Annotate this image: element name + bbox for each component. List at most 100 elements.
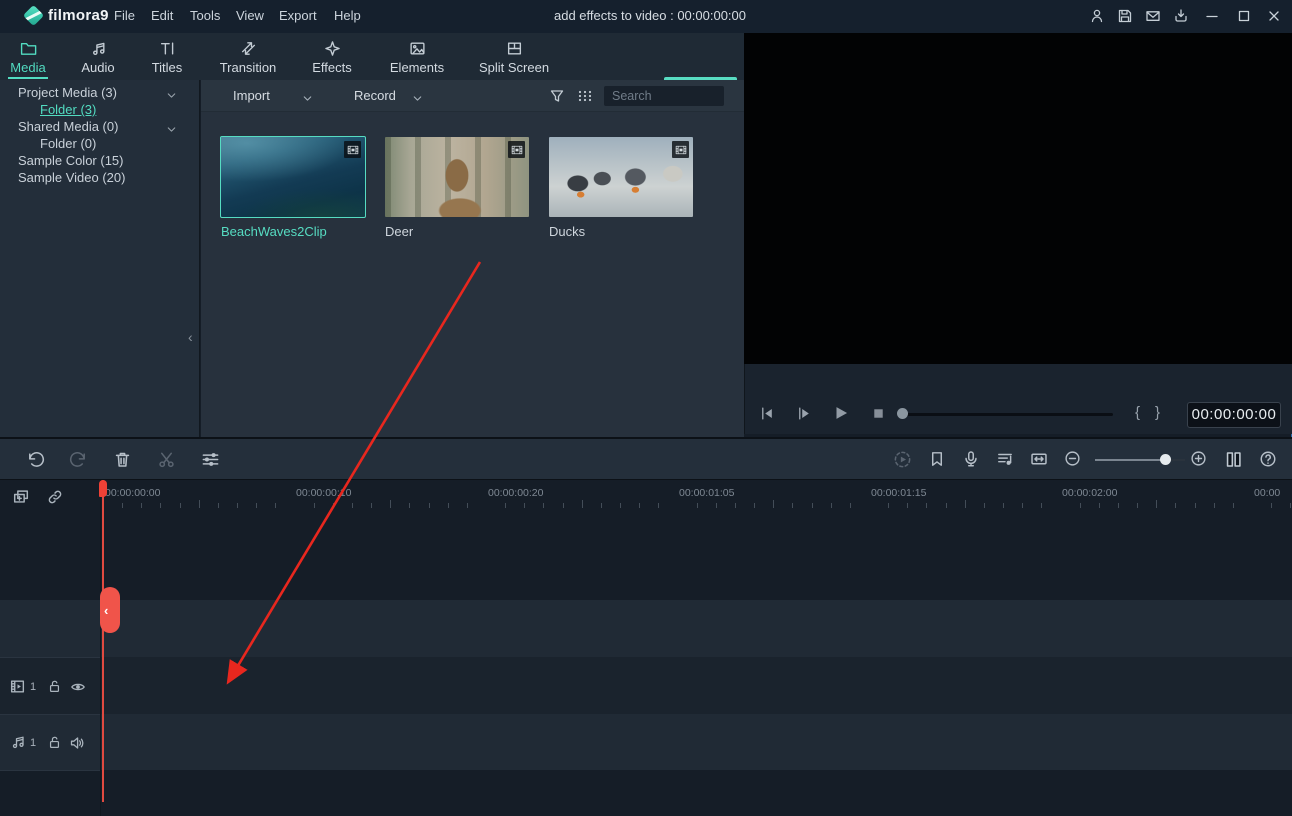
play-button[interactable] (832, 404, 850, 422)
filter-icon[interactable] (549, 88, 565, 104)
media-item-beachwaves[interactable]: BeachWaves2Clip (221, 137, 365, 239)
media-item-ducks[interactable]: Ducks (549, 137, 693, 239)
tab-transition[interactable]: Transition (216, 33, 280, 80)
menu-edit[interactable]: Edit (151, 8, 173, 23)
film-clip-badge-icon (672, 141, 689, 158)
sidebar-item-project-media[interactable]: Project Media (3) (0, 84, 200, 101)
video-track-lane[interactable] (0, 657, 1292, 714)
ruler-label: 00:00:02:00 (1062, 487, 1117, 499)
close-button[interactable] (1266, 8, 1282, 24)
ruler-label: 00:00:00:00 (105, 487, 160, 499)
zoom-out-icon[interactable] (1064, 450, 1081, 467)
save-icon[interactable] (1117, 8, 1133, 24)
timeline-ruler[interactable]: 00:00:00:00 00:00:00:10 00:00:00:20 00:0… (100, 480, 1292, 512)
video-track-icon (9, 678, 26, 695)
preview-controls: { } 00:00:00:00 (744, 364, 1292, 434)
media-item-name: Ducks (549, 224, 693, 239)
video-track-number: 1 (30, 681, 36, 693)
ruler-label: 00:00:01:05 (679, 487, 734, 499)
mail-icon[interactable] (1145, 8, 1161, 24)
voiceover-mic-icon[interactable] (962, 450, 980, 468)
seek-bar[interactable] (901, 413, 1113, 416)
zoom-in-icon[interactable] (1190, 450, 1207, 467)
sidebar-collapse-chevron[interactable]: ‹ (188, 329, 193, 345)
import-chevron-icon[interactable] (301, 92, 314, 105)
menu-file[interactable]: File (114, 8, 135, 23)
maximize-button[interactable] (1236, 8, 1252, 24)
audio-notes-icon (90, 40, 107, 58)
previous-frame-button[interactable] (758, 405, 775, 422)
record-chevron-icon[interactable] (411, 92, 424, 105)
ruler-label: 00:00 (1254, 487, 1280, 499)
media-panel-toolbar: Import Record (201, 80, 744, 112)
timeline: 00:00:00:00 00:00:00:10 00:00:00:20 00:0… (0, 480, 1292, 816)
menu-export[interactable]: Export (279, 8, 317, 23)
import-button[interactable]: Import (233, 88, 270, 103)
marker-icon[interactable] (928, 450, 946, 468)
mark-out-button[interactable]: } (1155, 404, 1160, 421)
stop-button[interactable] (871, 406, 886, 421)
playhead-grip[interactable]: ‹ (100, 587, 120, 633)
media-panel: Import Record BeachWaves2Clip Deer (201, 80, 744, 437)
media-item-name: Deer (385, 224, 529, 239)
download-icon[interactable] (1173, 8, 1189, 24)
logo-text: filmora9 (48, 7, 109, 24)
timeline-zoom-slider[interactable] (1095, 459, 1165, 461)
timeline-zoom-handle[interactable] (1160, 454, 1171, 465)
split-screen-icon (506, 40, 523, 58)
minimize-button[interactable] (1204, 8, 1220, 24)
audio-mixer-icon[interactable] (996, 450, 1014, 468)
media-item-deer[interactable]: Deer (385, 137, 529, 239)
sidebar-item-folder-3[interactable]: Folder (3) (0, 101, 200, 118)
delete-trash-icon[interactable] (113, 450, 132, 469)
tab-titles[interactable]: Titles (146, 33, 188, 80)
undo-icon[interactable] (26, 450, 45, 469)
titles-text-icon (159, 40, 176, 58)
timeline-empty-band[interactable] (0, 600, 1292, 657)
media-thumbnail[interactable] (549, 137, 693, 217)
video-track-lock-icon[interactable] (47, 679, 62, 694)
audio-track-number: 1 (30, 737, 36, 749)
tab-elements[interactable]: Elements (388, 33, 446, 80)
media-thumbnail[interactable] (385, 137, 529, 217)
video-track-eye-icon[interactable] (70, 679, 86, 695)
split-scissors-icon[interactable] (157, 450, 176, 469)
seek-handle[interactable] (897, 408, 908, 419)
record-button[interactable]: Record (354, 88, 396, 103)
help-icon[interactable] (1259, 450, 1277, 468)
playhead-head[interactable] (99, 480, 107, 497)
mark-in-button[interactable]: { (1135, 404, 1140, 421)
audio-track-lane[interactable] (0, 714, 1292, 770)
menu-view[interactable]: View (236, 8, 264, 23)
account-icon[interactable] (1089, 8, 1105, 24)
project-title: add effects to video : 00:00:00:00 (350, 8, 950, 23)
playhead-line[interactable] (102, 480, 104, 802)
sidebar-item-sample-video[interactable]: Sample Video (20) (0, 169, 200, 186)
render-preview-icon[interactable] (893, 450, 912, 469)
menu-tools[interactable]: Tools (190, 8, 220, 23)
media-item-name: BeachWaves2Clip (221, 224, 365, 239)
sidebar-item-sample-color[interactable]: Sample Color (15) (0, 152, 200, 169)
audio-track-lock-icon[interactable] (47, 735, 62, 750)
audio-track-mute-speaker-icon[interactable] (69, 735, 85, 751)
preview-panel: { } 00:00:00:00 (744, 33, 1292, 434)
sidebar-item-folder-0[interactable]: Folder (0) (0, 135, 200, 152)
add-track-icon[interactable] (12, 488, 30, 506)
redo-icon[interactable] (69, 450, 88, 469)
tab-media[interactable]: Media (8, 33, 48, 80)
sidebar-item-shared-media[interactable]: Shared Media (0) (0, 118, 200, 135)
track-view-bars-icon[interactable] (1224, 450, 1243, 469)
link-icon[interactable] (46, 488, 64, 506)
search-box (604, 86, 724, 106)
grid-view-icon[interactable] (577, 88, 593, 104)
media-library-sidebar: Project Media (3) Folder (3) Shared Medi… (0, 80, 200, 437)
next-frame-button[interactable] (795, 405, 812, 422)
media-thumbnail[interactable] (221, 137, 365, 217)
ruler-label: 00:00:00:20 (488, 487, 543, 499)
adjust-sliders-icon[interactable] (201, 450, 220, 469)
tab-effects[interactable]: Effects (308, 33, 356, 80)
zoom-to-fit-icon[interactable] (1030, 450, 1048, 468)
tab-audio[interactable]: Audio (76, 33, 120, 80)
preview-screen[interactable] (744, 33, 1292, 364)
tab-split-screen[interactable]: Split Screen (476, 33, 552, 80)
